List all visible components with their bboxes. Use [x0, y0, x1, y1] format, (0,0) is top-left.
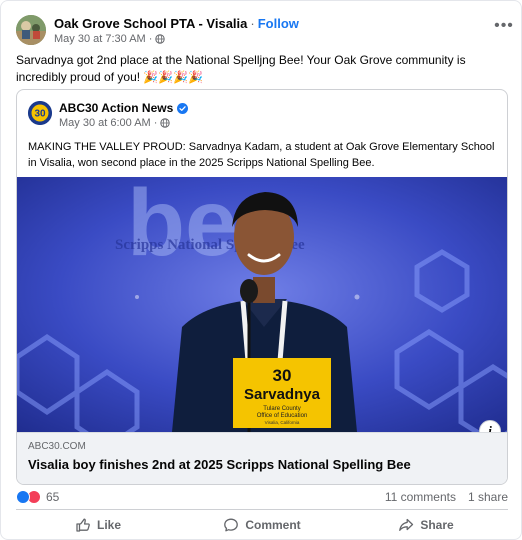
- thumbs-up-icon: [76, 518, 90, 532]
- article-photo[interactable]: bee Scripps National Spelling Bee 30 Sar…: [17, 177, 507, 432]
- reactions-count: 65: [46, 490, 60, 504]
- name-placard: 30 Sarvadnya Tulare County Office of Edu…: [233, 358, 331, 428]
- placard-name: Sarvadnya: [244, 386, 321, 403]
- page-name-link[interactable]: Oak Grove School PTA - Visalia: [54, 16, 247, 31]
- more-options-icon[interactable]: •••: [492, 18, 516, 39]
- shared-page-avatar[interactable]: 30: [28, 101, 52, 125]
- comment-button[interactable]: Comment: [180, 512, 344, 538]
- share-button[interactable]: Share: [344, 512, 508, 538]
- post-card: Oak Grove School PTA - Visalia · Follow Ma…: [0, 0, 522, 540]
- link-preview[interactable]: ABC30.COM Visalia boy finishes 2nd at 20…: [17, 432, 507, 484]
- shares-count[interactable]: 1 share: [468, 490, 508, 504]
- shared-page-name-line: ABC30 Action News: [59, 101, 189, 115]
- shared-post-timestamp[interactable]: May 30 at 6:00 AM: [59, 117, 151, 129]
- comments-count[interactable]: 11 comments: [385, 490, 456, 504]
- follow-button[interactable]: Follow: [258, 16, 299, 31]
- like-reaction-icon: [16, 490, 30, 504]
- share-label: Share: [420, 518, 454, 532]
- shared-meta-separator: ·: [153, 117, 158, 129]
- verified-badge-icon: [177, 102, 189, 114]
- like-label: Like: [96, 518, 121, 532]
- shared-post-meta: May 30 at 6:00 AM ·: [59, 117, 171, 129]
- shared-post-text: MAKING THE VALLEY PROUD: Sarvadnya Kadam…: [28, 141, 495, 169]
- post-meta: May 30 at 7:30 AM ·: [54, 33, 166, 45]
- svg-text:30: 30: [34, 109, 46, 120]
- comment-label: Comment: [245, 518, 301, 532]
- meta-separator: ·: [148, 33, 153, 45]
- globe-icon: [155, 34, 166, 44]
- like-button[interactable]: Like: [16, 512, 180, 538]
- reactions-summary[interactable]: 65: [16, 490, 59, 504]
- engagement-right: 11 comments 1 share: [385, 490, 508, 504]
- name-separator: ·: [250, 16, 255, 31]
- placard-line3: Visalia, California: [265, 420, 300, 425]
- placard-line1: Tulare County: [263, 406, 300, 412]
- page-name-line: Oak Grove School PTA - Visalia · Follow: [54, 16, 299, 31]
- share-arrow-icon: [399, 518, 414, 531]
- action-bar: Like Comment Share: [16, 512, 508, 538]
- action-divider: [16, 509, 508, 510]
- link-title[interactable]: Visalia boy finishes 2nd at 2025 Scripps…: [28, 457, 411, 472]
- placard-line2: Office of Education: [257, 413, 308, 419]
- shared-page-name[interactable]: ABC30 Action News: [59, 101, 173, 115]
- post-text: Sarvadnya got 2nd place at the National …: [16, 53, 466, 84]
- post-timestamp[interactable]: May 30 at 7:30 AM: [54, 33, 146, 45]
- post-header: Oak Grove School PTA - Visalia · Follow Ma…: [16, 15, 516, 49]
- placard-number: 30: [273, 366, 292, 385]
- shared-post[interactable]: 30 ABC30 Action News May 30 at 6:00 AM ·…: [16, 89, 508, 485]
- comment-bubble-icon: [224, 518, 239, 532]
- page-avatar[interactable]: [16, 15, 46, 45]
- globe-icon: [160, 118, 171, 128]
- link-domain: ABC30.COM: [28, 441, 86, 452]
- engagement-bar: 65 11 comments 1 share: [16, 490, 508, 506]
